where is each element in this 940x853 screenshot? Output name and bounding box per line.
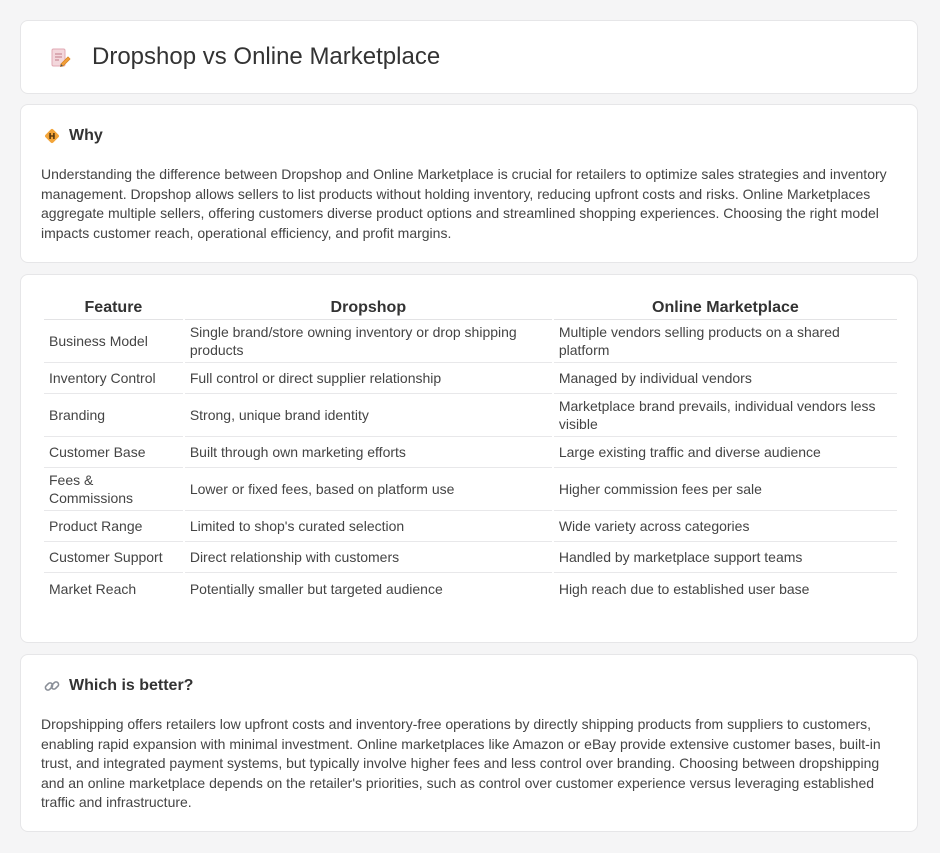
column-header: Dropshop xyxy=(184,297,552,320)
table-cell: Full control or direct supplier relation… xyxy=(184,363,552,394)
table-cell: Wide variety across categories xyxy=(553,511,897,542)
which-better-section: Which is better? Dropshipping offers ret… xyxy=(20,654,918,832)
table-cell: Product Range xyxy=(44,511,183,542)
table-cell: Single brand/store owning inventory or d… xyxy=(184,320,552,363)
table-cell: Limited to shop's curated selection xyxy=(184,511,552,542)
why-heading: Why xyxy=(69,127,103,144)
table-cell: Customer Support xyxy=(44,542,183,573)
better-body: Dropshipping offers retailers low upfron… xyxy=(41,716,881,811)
table-cell: Handled by marketplace support teams xyxy=(553,542,897,573)
comparison-table: Feature Dropshop Online Marketplace Busi… xyxy=(42,297,899,604)
why-body: Understanding the difference between Dro… xyxy=(41,166,887,241)
table-row: Customer Support Direct relationship wit… xyxy=(44,542,897,573)
link-icon xyxy=(44,681,60,691)
better-heading-row: Which is better? xyxy=(43,677,193,695)
table-cell: Large existing traffic and diverse audie… xyxy=(553,437,897,468)
table-cell: Market Reach xyxy=(49,580,137,597)
column-header: Feature xyxy=(44,297,183,320)
table-header-row: Feature Dropshop Online Marketplace xyxy=(44,297,897,320)
table-cell: Potentially smaller but targeted audienc… xyxy=(189,580,443,597)
table-cell: Customer Base xyxy=(44,437,183,468)
table-cell: Marketplace brand prevails, individual v… xyxy=(553,394,897,437)
column-header: Online Marketplace xyxy=(553,297,897,320)
comparison-card: Feature Dropshop Online Marketplace Busi… xyxy=(20,274,918,643)
table-cell: Direct relationship with customers xyxy=(184,542,552,573)
table-cell: Lower or fixed fees, based on platform u… xyxy=(184,468,552,511)
table-row: Business Model Single brand/store owning… xyxy=(44,320,897,363)
table-row: Product Range Limited to shop's curated … xyxy=(44,511,897,542)
better-heading: Which is better? xyxy=(69,677,194,694)
table-row: Customer Base Built through own marketin… xyxy=(44,437,897,468)
table-cell: Business Model xyxy=(44,320,183,363)
table-cell: Branding xyxy=(44,394,183,437)
table-cell: Strong, unique brand identity xyxy=(184,394,552,437)
why-heading-row: Why xyxy=(43,127,103,145)
table-cell: Built through own marketing efforts xyxy=(184,437,552,468)
page-title: Dropshop vs Online Marketplace xyxy=(92,43,441,70)
table-cell: Fees & Commissions xyxy=(44,468,183,511)
table-cell: Inventory Control xyxy=(44,363,183,394)
diamond-warning-icon xyxy=(45,129,59,143)
table-row: Market Reach Potentially smaller but tar… xyxy=(44,573,897,604)
table-row: Branding Strong, unique brand identity M… xyxy=(44,394,897,437)
document-edit-icon xyxy=(51,48,71,68)
table-cell: Multiple vendors selling products on a s… xyxy=(553,320,897,363)
table-row: Fees & Commissions Lower or fixed fees, … xyxy=(44,468,897,511)
why-section: Why Understanding the difference between… xyxy=(20,104,918,263)
table-cell: High reach due to established user base xyxy=(558,580,810,597)
title-card: Dropshop vs Online Marketplace xyxy=(20,20,918,94)
table-row: Inventory Control Full control or direct… xyxy=(44,363,897,394)
table-cell: Higher commission fees per sale xyxy=(553,468,897,511)
table-cell: Managed by individual vendors xyxy=(553,363,897,394)
